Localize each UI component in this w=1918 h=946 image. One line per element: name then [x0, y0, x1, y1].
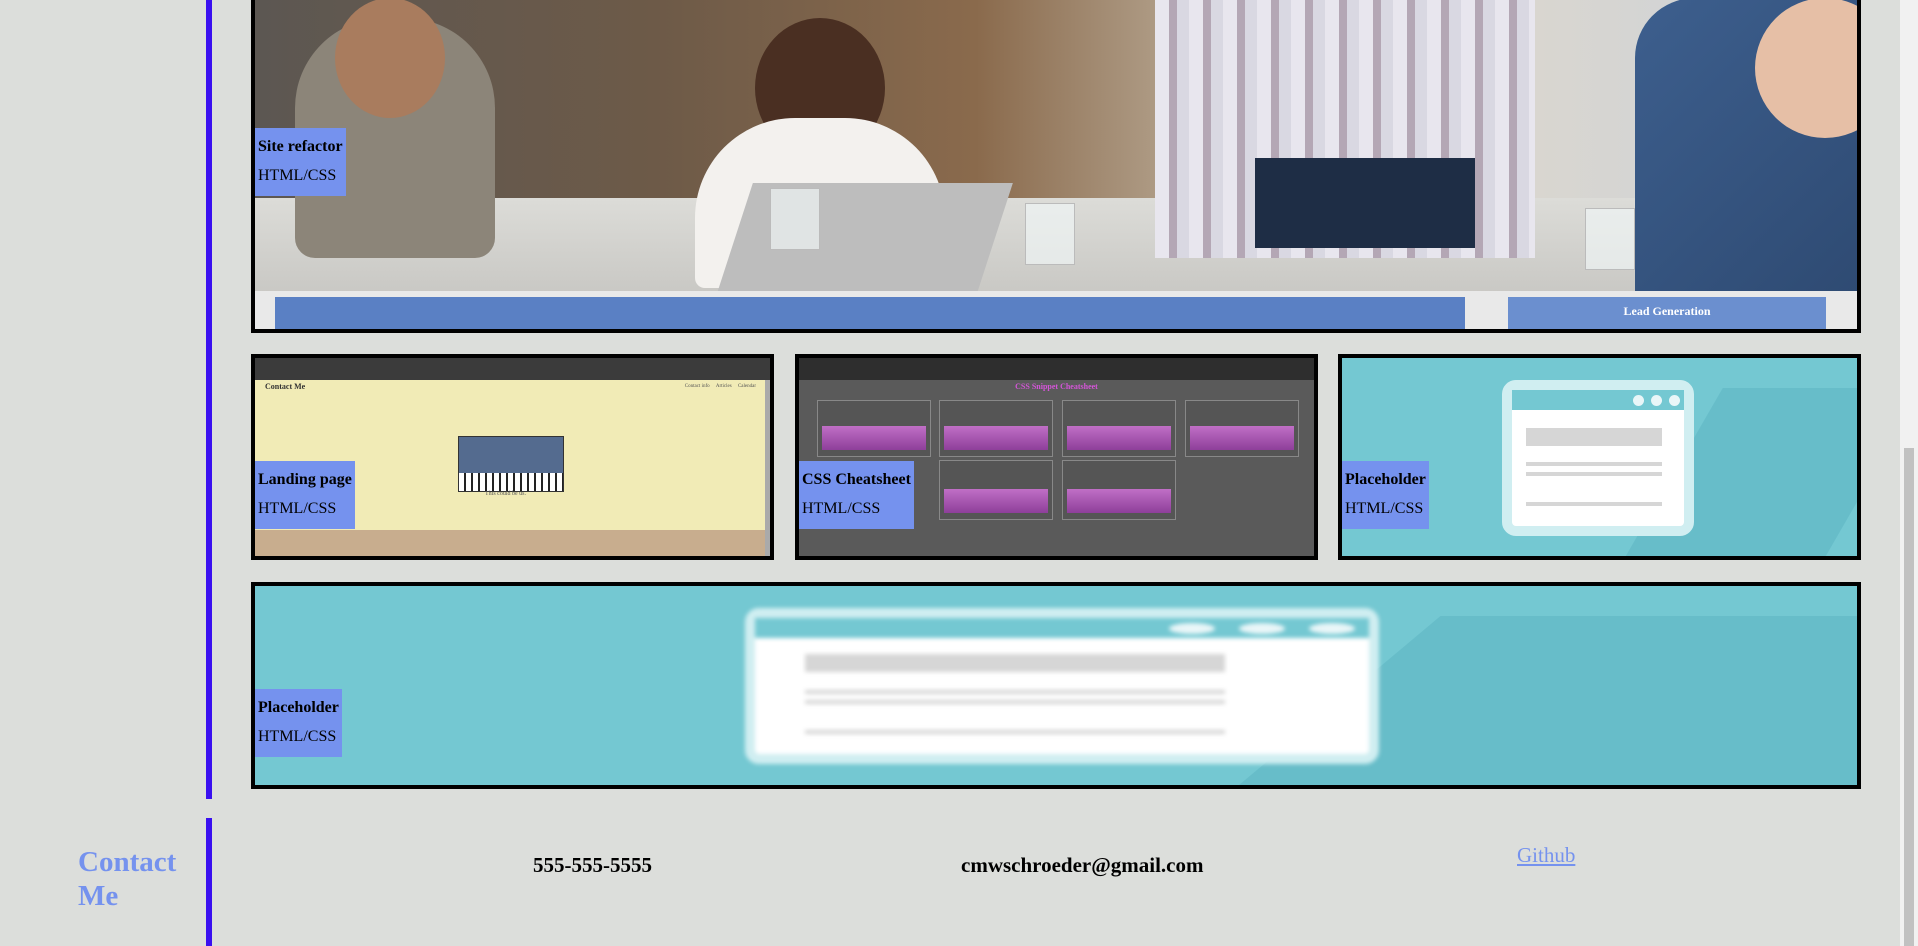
contact-heading: Contact Me — [78, 846, 177, 912]
project-card-site-refactor[interactable]: Lead Generation Site refactor HTML/CSS — [251, 0, 1861, 333]
preview-snippet-box — [1062, 400, 1176, 457]
project-subtitle: HTML/CSS — [258, 167, 337, 184]
project-label: Landing page HTML/CSS — [255, 461, 355, 529]
project-subtitle: HTML/CSS — [258, 500, 337, 517]
preview-keyboard-cat-image — [458, 436, 564, 492]
contact-divider-line — [206, 818, 212, 946]
project-card-css-cheatsheet[interactable]: CSS Snippet Cheatsheet CSS Cheatsheet HT… — [795, 354, 1318, 560]
preview-snippet-box — [1062, 460, 1176, 520]
preview-lead-generation-button: Lead Generation — [1508, 297, 1826, 329]
project-title: Site refactor — [258, 138, 343, 155]
github-link[interactable]: Github — [1517, 843, 1575, 868]
project-title: CSS Cheatsheet — [802, 471, 911, 488]
project-title: Landing page — [258, 471, 352, 488]
project-card-landing-page[interactable]: Contact Me Contact info Articles Calenda… — [251, 354, 774, 560]
page-scrollbar-thumb[interactable] — [1904, 448, 1914, 946]
project-card-placeholder[interactable]: Placeholder HTML/CSS — [1338, 354, 1861, 560]
project-label: Placeholder HTML/CSS — [1342, 461, 1429, 529]
project-subtitle: HTML/CSS — [258, 728, 337, 745]
project-label: Site refactor HTML/CSS — [255, 128, 346, 196]
project-title: Placeholder — [1345, 471, 1426, 488]
preview-snippet-box — [939, 460, 1053, 520]
browser-window-icon — [1502, 380, 1694, 536]
contact-phone: 555-555-5555 — [533, 853, 652, 877]
project-label: Placeholder HTML/CSS — [255, 689, 342, 757]
preview-caption: This could be us. — [485, 491, 526, 497]
project-subtitle: HTML/CSS — [1345, 500, 1424, 517]
preview-footer — [255, 530, 770, 556]
project-subtitle: HTML/CSS — [802, 500, 881, 517]
preview-heading: Contact Me — [265, 382, 306, 391]
preview-browser-bar — [255, 358, 770, 380]
project-card-placeholder-wide[interactable]: Placeholder HTML/CSS — [251, 582, 1861, 789]
preview-snippet-box — [817, 400, 931, 457]
project-label: CSS Cheatsheet HTML/CSS — [799, 461, 914, 529]
project-preview-image: Lead Generation — [255, 0, 1857, 329]
preview-scrollbar — [765, 380, 770, 556]
preview-snippet-box — [1185, 400, 1299, 457]
preview-browser-bar — [799, 358, 1314, 380]
contact-email: cmwschroeder@gmail.com — [961, 853, 1204, 877]
section-divider-line — [206, 0, 212, 799]
preview-heading: CSS Snippet Cheatsheet — [1015, 382, 1098, 391]
browser-window-icon — [745, 608, 1379, 764]
preview-nav: Contact info Articles Calendar — [684, 384, 756, 389]
project-title: Placeholder — [258, 699, 339, 716]
preview-snippet-box — [939, 400, 1053, 457]
